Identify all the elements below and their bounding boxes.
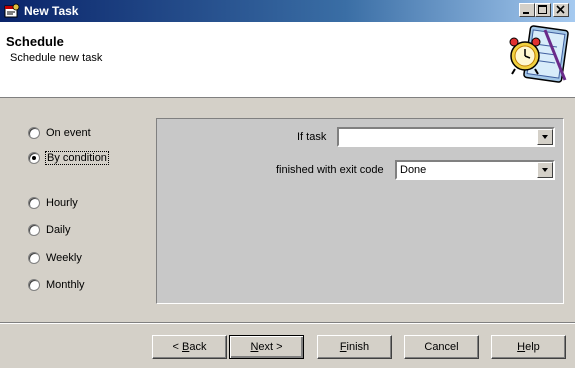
cancel-button[interactable]: Cancel — [404, 335, 479, 359]
radio-by-condition[interactable]: By condition — [28, 150, 109, 166]
radio-label: By condition — [45, 151, 109, 165]
next-label: ext > — [258, 341, 283, 353]
radio-on-event[interactable]: On event — [28, 125, 91, 141]
radio-label: Monthly — [46, 279, 85, 291]
exit-code-value: Done — [400, 164, 427, 176]
back-button[interactable]: < Back — [152, 335, 227, 359]
page-title: Schedule — [6, 34, 64, 49]
radio-button[interactable] — [28, 152, 40, 164]
page-subtitle: Schedule new task — [10, 52, 103, 64]
radio-button[interactable] — [28, 279, 40, 291]
next-button[interactable]: Next > — [229, 335, 304, 359]
radio-label: Daily — [46, 224, 71, 236]
window-title: New Task — [24, 4, 79, 18]
wizard-header: Schedule Schedule new task — [0, 22, 575, 98]
title-bar[interactable]: New Task — [0, 0, 575, 22]
help-label: elp — [525, 341, 540, 353]
radio-button[interactable] — [28, 224, 40, 236]
radio-daily[interactable]: Daily — [28, 222, 70, 238]
alarm-clock-notebook-icon — [509, 25, 569, 83]
task-app-icon — [4, 3, 20, 18]
radio-button[interactable] — [28, 252, 40, 264]
close-button[interactable] — [553, 3, 569, 17]
separator — [0, 322, 575, 324]
radio-monthly[interactable]: Monthly — [28, 277, 85, 293]
dropdown-arrow-icon[interactable] — [537, 162, 553, 178]
exit-code-label: finished with exit code — [276, 164, 384, 176]
radio-button[interactable] — [28, 197, 40, 209]
back-label: ack — [189, 341, 207, 353]
radio-label: On event — [46, 127, 91, 139]
radio-button[interactable] — [28, 127, 40, 139]
if-task-select[interactable] — [337, 127, 555, 147]
if-task-label: If task — [297, 131, 327, 143]
radio-hourly[interactable]: Hourly — [28, 195, 78, 211]
dropdown-arrow-icon[interactable] — [537, 129, 553, 145]
condition-panel: If task finished with exit code Done — [156, 118, 564, 304]
minimize-button[interactable] — [519, 3, 535, 17]
help-mnemonic: H — [517, 341, 526, 353]
finish-label: inish — [346, 341, 370, 353]
finish-button[interactable]: Finish — [317, 335, 392, 359]
help-button[interactable]: Help — [491, 335, 566, 359]
radio-label: Hourly — [46, 197, 78, 209]
maximize-icon — [538, 5, 547, 14]
close-icon — [556, 5, 565, 14]
exit-code-select[interactable]: Done — [395, 160, 555, 180]
radio-weekly[interactable]: Weekly — [28, 250, 82, 266]
cancel-label: Cancel — [424, 341, 459, 353]
finish-mnemonic: F — [339, 341, 347, 353]
new-task-window: New Task Schedule Schedule new task On e… — [0, 0, 575, 368]
minimize-icon — [523, 12, 529, 14]
maximize-button[interactable] — [535, 3, 551, 17]
back-prefix: < — [172, 341, 182, 353]
radio-label: Weekly — [46, 252, 82, 264]
